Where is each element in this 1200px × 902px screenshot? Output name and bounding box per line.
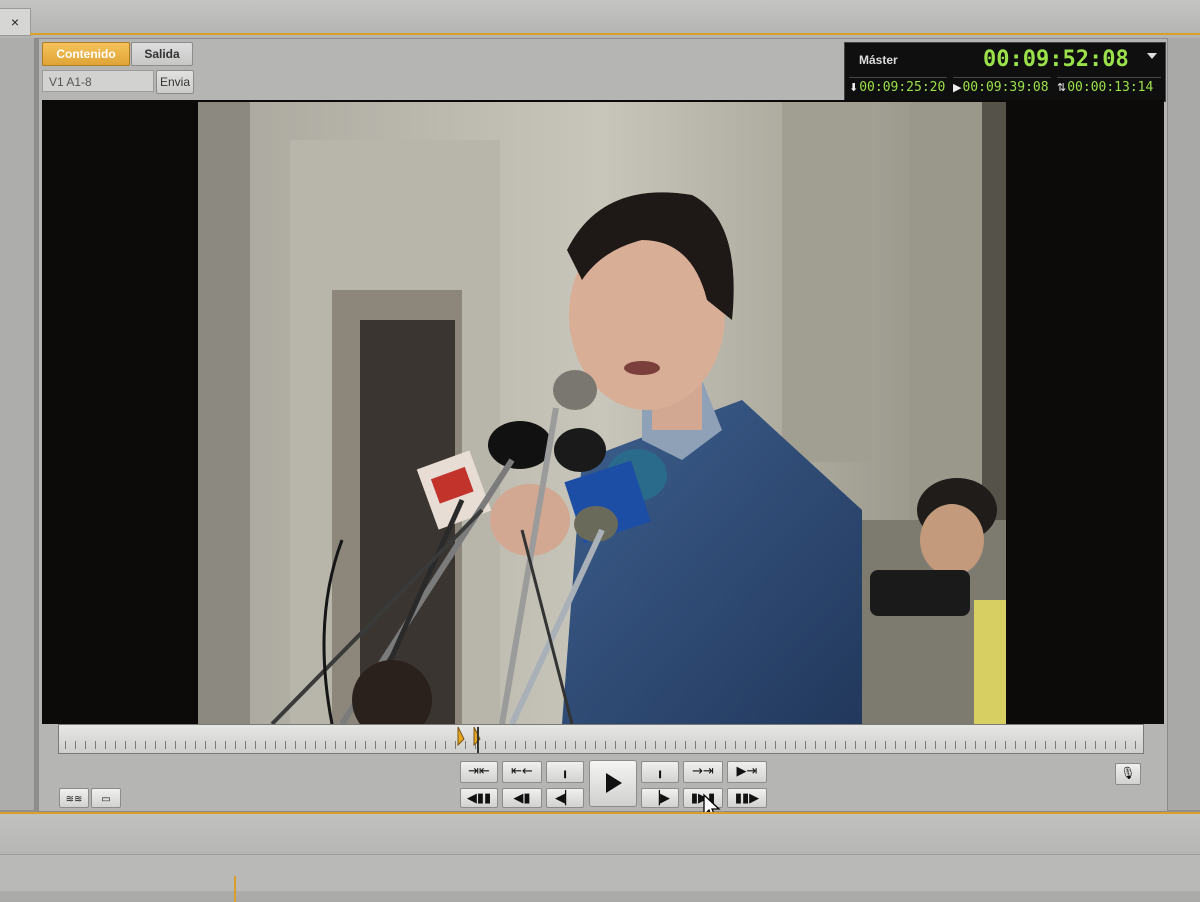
step-back-10-icon: ◀▮▮ xyxy=(466,791,492,806)
mark-in-button[interactable]: ╻ xyxy=(546,761,584,783)
tab-content[interactable]: Contenido xyxy=(42,42,130,66)
mark-in-icon: ╻ xyxy=(561,764,569,779)
step-back-10-button[interactable]: ◀▮▮ xyxy=(460,788,498,808)
mark-clip-icon: ⇥⇤ xyxy=(468,764,490,779)
go-to-end-icon: ▶⇥ xyxy=(736,764,758,779)
safe-area-button[interactable]: ▭ xyxy=(91,788,121,808)
go-to-out-icon: →⇥ xyxy=(692,764,714,779)
go-to-previous-edit-button[interactable]: ◀▮ xyxy=(502,788,542,808)
close-icon[interactable]: × xyxy=(11,14,19,30)
step-forward-button[interactable]: ▕▶ xyxy=(641,788,679,808)
microphone-icon: 🎙 xyxy=(1120,766,1136,780)
close-tab-button[interactable]: × xyxy=(0,8,31,36)
left-panel-edge xyxy=(0,38,35,810)
go-to-end-button[interactable]: ▶⇥ xyxy=(727,761,767,783)
mark-in-small-icon: ⬇ xyxy=(849,81,859,94)
audio-waveform-button[interactable]: ≋≋ xyxy=(59,788,89,808)
mark-out-small-icon: ▶ xyxy=(953,81,962,94)
mark-clip-button[interactable]: ⇥⇤ xyxy=(460,761,498,783)
scrubber-ticks xyxy=(65,741,1137,749)
mark-out-readout: ▶00:09:39:08 xyxy=(953,77,1051,98)
go-to-next-edit-button[interactable]: ▮▮▶ xyxy=(727,788,767,808)
tab-output[interactable]: Salida xyxy=(131,42,193,66)
timecode-menu-chevron-icon[interactable] xyxy=(1147,53,1157,59)
timeline-track-row xyxy=(0,854,1200,891)
go-to-out-button[interactable]: →⇥ xyxy=(683,761,723,783)
go-to-in-icon: ⇤← xyxy=(511,764,533,779)
go-to-next-edit-icon: ▮▮▶ xyxy=(734,791,760,806)
waveform-icon: ≋≋ xyxy=(65,794,83,805)
right-panel-edge xyxy=(1168,38,1200,810)
video-frame-image xyxy=(42,100,1164,724)
mark-out-icon: ╻ xyxy=(656,764,664,779)
mark-in-value: 00:09:25:20 xyxy=(859,80,946,95)
duration-readout: ⇅00:00:13:14 xyxy=(1057,77,1161,98)
track-selector-field[interactable]: V1 A1-8 xyxy=(42,70,154,92)
go-to-previous-edit-icon: ◀▮ xyxy=(513,791,531,806)
timecode-main: 00:09:52:08 xyxy=(983,47,1129,72)
timeline-panel-edge xyxy=(0,812,1200,902)
timeline-scrubber[interactable] xyxy=(58,724,1144,754)
mark-in-readout: ⬇00:09:25:20 xyxy=(849,77,947,98)
timecode-display: Máster 00:09:52:08 ⬇00:09:25:20 ▶00:09:3… xyxy=(844,42,1166,102)
step-forward-icon: ▕▶ xyxy=(650,791,670,806)
step-back-button[interactable]: ◀▏ xyxy=(546,788,584,808)
mark-out-value: 00:09:39:08 xyxy=(962,80,1049,95)
play-icon xyxy=(606,773,622,793)
duration-value: 00:00:13:14 xyxy=(1067,80,1154,95)
mark-out-button[interactable]: ╻ xyxy=(641,761,679,783)
send-button[interactable]: Envia xyxy=(156,70,194,94)
timecode-label: Máster xyxy=(859,53,898,67)
voiceover-button[interactable]: 🎙 xyxy=(1115,763,1141,785)
step-back-icon: ◀▏ xyxy=(555,791,575,806)
duration-small-icon: ⇅ xyxy=(1057,81,1067,94)
overlay-icon: ▭ xyxy=(101,794,111,805)
go-to-in-button[interactable]: ⇤← xyxy=(502,761,542,783)
tab-active-indicator xyxy=(30,33,1200,35)
timeline-playhead[interactable] xyxy=(234,876,236,902)
playhead-marker[interactable] xyxy=(456,725,481,753)
video-viewer[interactable] xyxy=(42,100,1164,724)
play-button[interactable] xyxy=(589,760,637,807)
